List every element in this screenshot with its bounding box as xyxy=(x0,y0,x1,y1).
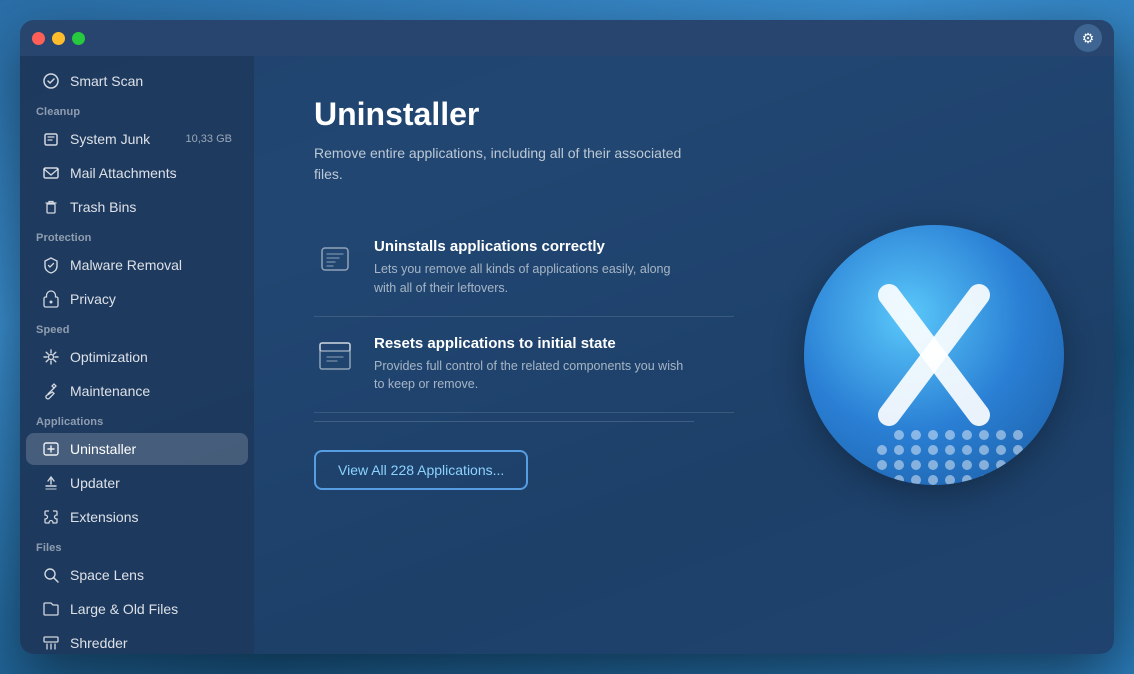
sidebar-item-uninstaller[interactable]: Uninstaller xyxy=(26,433,248,465)
files-section-label: Files xyxy=(20,534,254,558)
feature-uninstalls: Uninstalls applications correctly Lets y… xyxy=(314,220,734,317)
cleanup-section-label: Cleanup xyxy=(20,98,254,122)
main-window: ⚙ Smart Scan Cleanup xyxy=(20,20,1114,654)
feature-list: Uninstalls applications correctly Lets y… xyxy=(314,220,734,413)
sidebar-item-large-old-files[interactable]: Large & Old Files xyxy=(26,593,248,625)
sidebar-item-maintenance[interactable]: Maintenance xyxy=(26,375,248,407)
smart-scan-label: Smart Scan xyxy=(70,73,143,89)
space-lens-label: Space Lens xyxy=(70,567,144,583)
close-button[interactable] xyxy=(32,32,45,45)
page-subtitle: Remove entire applications, including al… xyxy=(314,143,694,185)
optimization-label: Optimization xyxy=(70,349,148,365)
content-area: Smart Scan Cleanup System Junk 10,33 GB xyxy=(20,56,1114,654)
feature-resets-heading: Resets applications to initial state xyxy=(374,335,694,352)
trash-bins-label: Trash Bins xyxy=(70,199,136,215)
feature-resets: Resets applications to initial state Pro… xyxy=(314,317,734,414)
extensions-label: Extensions xyxy=(70,509,138,525)
applications-section-label: Applications xyxy=(20,408,254,432)
extensions-icon xyxy=(42,508,60,526)
feature-uninstalls-icon xyxy=(314,238,356,280)
feature-resets-icon xyxy=(314,335,356,377)
uninstaller-icon xyxy=(42,440,60,458)
maintenance-icon xyxy=(42,382,60,400)
large-old-files-icon xyxy=(42,600,60,618)
system-junk-icon xyxy=(42,130,60,148)
sidebar-item-mail-attachments[interactable]: Mail Attachments xyxy=(26,157,248,189)
malware-removal-label: Malware Removal xyxy=(70,257,182,273)
protection-section-label: Protection xyxy=(20,224,254,248)
speed-section-label: Speed xyxy=(20,316,254,340)
main-content: Uninstaller Remove entire applications, … xyxy=(254,56,1114,654)
system-junk-left: System Junk xyxy=(42,130,150,148)
sidebar-item-updater[interactable]: Updater xyxy=(26,467,248,499)
title-bar-right: ⚙ xyxy=(1074,24,1102,52)
title-bar: ⚙ xyxy=(20,20,1114,56)
page-title: Uninstaller xyxy=(314,96,1064,133)
shredder-label: Shredder xyxy=(70,635,128,651)
mail-attachments-icon xyxy=(42,164,60,182)
sidebar-item-malware-removal[interactable]: Malware Removal xyxy=(26,249,248,281)
sidebar-item-system-junk[interactable]: System Junk 10,33 GB xyxy=(26,123,248,155)
feature-resets-desc: Provides full control of the related com… xyxy=(374,357,694,395)
optimization-icon xyxy=(42,348,60,366)
feature-uninstalls-text: Uninstalls applications correctly Lets y… xyxy=(374,238,694,298)
sidebar-item-space-lens[interactable]: Space Lens xyxy=(26,559,248,591)
view-all-applications-button[interactable]: View All 228 Applications... xyxy=(314,450,528,490)
smart-scan-icon xyxy=(42,72,60,90)
feature-uninstalls-desc: Lets you remove all kinds of application… xyxy=(374,260,694,298)
settings-icon: ⚙ xyxy=(1082,30,1095,47)
cta-button-label: View All 228 Applications... xyxy=(338,462,504,478)
sidebar-item-shredder[interactable]: Shredder xyxy=(26,627,248,654)
sidebar-item-optimization[interactable]: Optimization xyxy=(26,341,248,373)
hero-illustration xyxy=(804,225,1064,485)
maintenance-label: Maintenance xyxy=(70,383,150,399)
updater-label: Updater xyxy=(70,475,120,491)
uninstaller-label: Uninstaller xyxy=(70,441,136,457)
large-old-files-label: Large & Old Files xyxy=(70,601,178,617)
sidebar-item-extensions[interactable]: Extensions xyxy=(26,501,248,533)
mail-attachments-label: Mail Attachments xyxy=(70,165,177,181)
privacy-icon xyxy=(42,290,60,308)
divider xyxy=(314,421,694,422)
trash-bins-icon xyxy=(42,198,60,216)
sidebar-item-smart-scan[interactable]: Smart Scan xyxy=(26,65,248,97)
feature-uninstalls-heading: Uninstalls applications correctly xyxy=(374,238,694,255)
sidebar-item-trash-bins[interactable]: Trash Bins xyxy=(26,191,248,223)
maximize-button[interactable] xyxy=(72,32,85,45)
system-junk-badge: 10,33 GB xyxy=(186,133,232,145)
privacy-label: Privacy xyxy=(70,291,116,307)
settings-button[interactable]: ⚙ xyxy=(1074,24,1102,52)
space-lens-icon xyxy=(42,566,60,584)
updater-icon xyxy=(42,474,60,492)
system-junk-label: System Junk xyxy=(70,131,150,147)
traffic-lights xyxy=(32,32,85,45)
sidebar: Smart Scan Cleanup System Junk 10,33 GB xyxy=(20,56,254,654)
sidebar-item-privacy[interactable]: Privacy xyxy=(26,283,248,315)
malware-removal-icon xyxy=(42,256,60,274)
shredder-icon xyxy=(42,634,60,652)
minimize-button[interactable] xyxy=(52,32,65,45)
feature-resets-text: Resets applications to initial state Pro… xyxy=(374,335,694,395)
